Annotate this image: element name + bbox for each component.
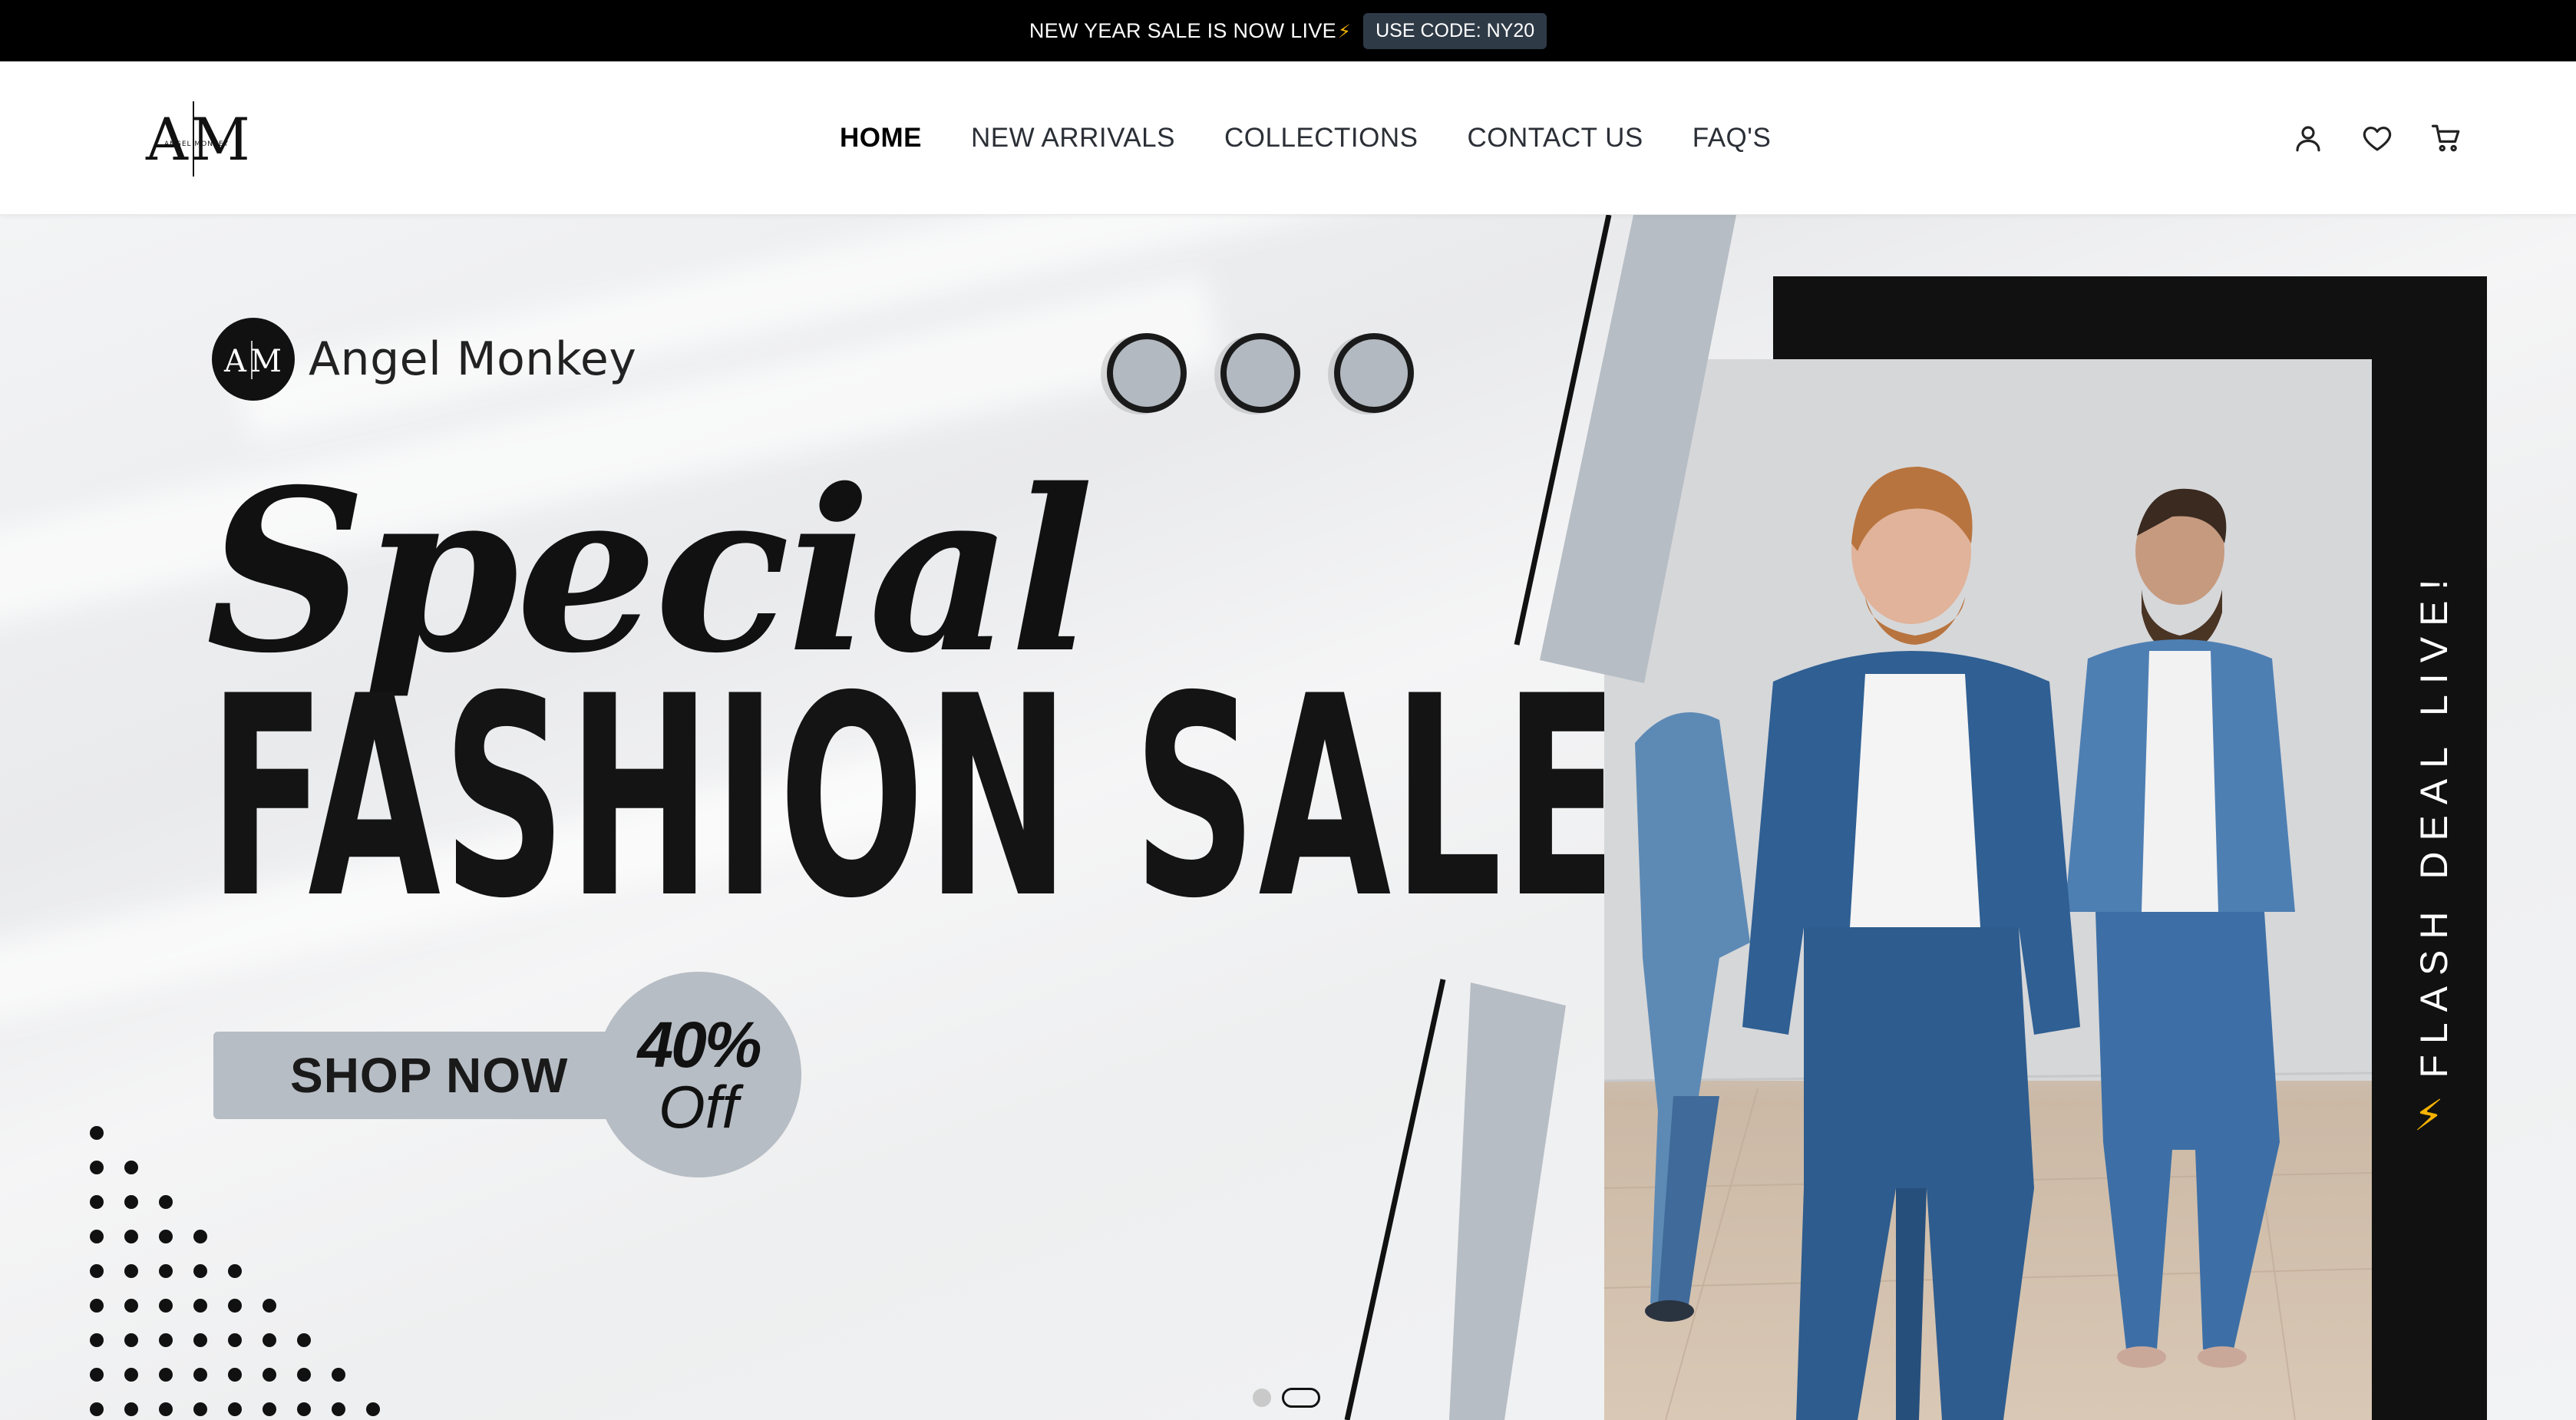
nav-collections[interactable]: COLLECTIONS: [1224, 123, 1418, 154]
flash-deal-label: FLASH DEAL LIVE!: [2413, 568, 2455, 1078]
svg-text:ANGEL MONKEY: ANGEL MONKEY: [164, 140, 229, 148]
main-nav: HOME NEW ARRIVALS COLLECTIONS CONTACT US…: [840, 61, 1771, 215]
decorative-stripes: [1344, 215, 1736, 1420]
hero-banner[interactable]: A M Angel Monkey Special FASHION SALE SH…: [0, 215, 2576, 1420]
nav-home[interactable]: HOME: [840, 123, 922, 154]
heart-icon[interactable]: [2361, 122, 2393, 154]
slider-indicators: [1253, 1388, 1320, 1408]
user-icon[interactable]: [2292, 122, 2324, 154]
nav-contact-us[interactable]: CONTACT US: [1467, 123, 1643, 154]
site-logo[interactable]: A M ANGEL MONKEY: [143, 97, 250, 181]
lightning-icon: ⚡: [1337, 21, 1352, 42]
flash-deal-banner: ⚡ FLASH DEAL LIVE!: [2409, 568, 2459, 1140]
site-header: A M ANGEL MONKEY HOME NEW ARRIVALS COLLE…: [0, 61, 2576, 215]
cart-icon[interactable]: [2430, 122, 2462, 154]
lightning-icon: ⚡: [2413, 1091, 2455, 1140]
slide-dot-1[interactable]: [1253, 1389, 1271, 1407]
nav-faqs[interactable]: FAQ'S: [1693, 123, 1772, 154]
announcement-text: NEW YEAR SALE IS NOW LIVE⚡: [1029, 18, 1352, 42]
promo-code-badge: USE CODE: NY20: [1363, 12, 1547, 49]
announcement-bar: NEW YEAR SALE IS NOW LIVE⚡ USE CODE: NY2…: [0, 0, 2576, 61]
svg-text:M: M: [190, 105, 250, 173]
nav-new-arrivals[interactable]: NEW ARRIVALS: [971, 123, 1175, 154]
svg-text:A: A: [145, 105, 189, 173]
slide-dot-2-active[interactable]: [1282, 1388, 1320, 1408]
header-actions: [2292, 61, 2462, 215]
